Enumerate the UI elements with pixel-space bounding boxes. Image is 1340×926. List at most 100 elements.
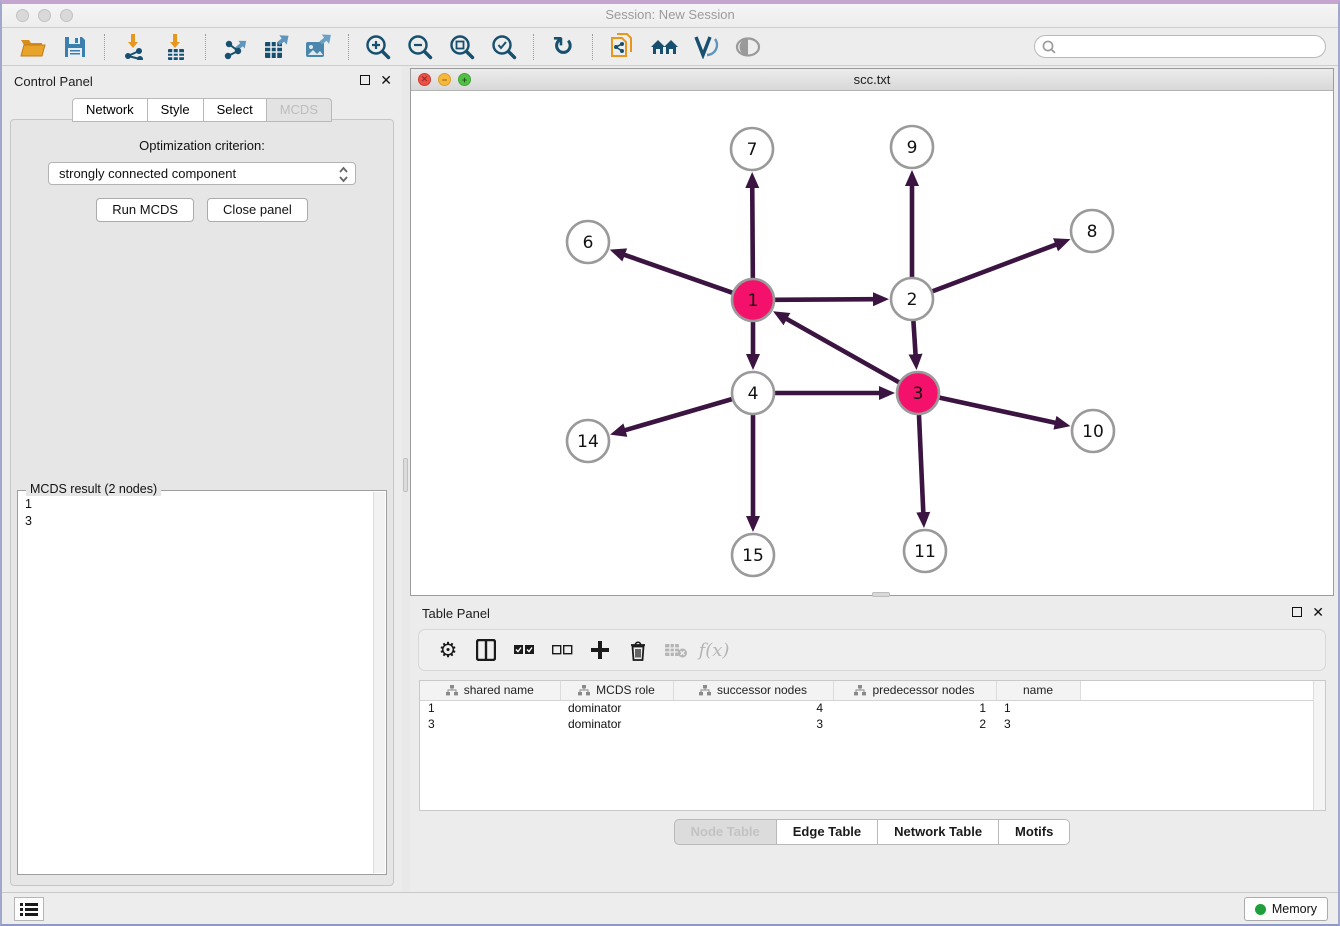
close-panel-button[interactable]: Close panel bbox=[207, 198, 308, 222]
refresh-icon[interactable]: ↻ bbox=[549, 33, 577, 61]
tab-network[interactable]: Network bbox=[72, 98, 148, 122]
export-network-icon[interactable] bbox=[221, 33, 249, 61]
node-table[interactable]: shared name MCDS role successor nodes pr… bbox=[419, 680, 1326, 811]
column-header-shared-name[interactable]: shared name bbox=[420, 681, 560, 700]
table-row[interactable]: 1dominator411 bbox=[420, 700, 1325, 716]
graph-edge-1-6[interactable] bbox=[623, 254, 732, 292]
splitter-grip[interactable] bbox=[403, 458, 408, 492]
memory-status-dot bbox=[1255, 904, 1266, 915]
graph-node-11[interactable]: 11 bbox=[904, 530, 946, 572]
table-cell-empty bbox=[1080, 700, 1325, 716]
graph-edge-3-1[interactable] bbox=[785, 318, 899, 382]
graph-node-7[interactable]: 7 bbox=[731, 128, 773, 170]
zoom-selected-icon[interactable] bbox=[490, 33, 518, 61]
tab-mcds[interactable]: MCDS bbox=[267, 98, 332, 122]
float-panel-icon[interactable] bbox=[360, 75, 370, 85]
table-scrollbar[interactable] bbox=[1313, 681, 1325, 810]
graph-node-4[interactable]: 4 bbox=[732, 372, 774, 414]
export-image-icon[interactable] bbox=[305, 33, 333, 61]
network-canvas[interactable]: 7 9 6 8 1 2 4 3 14 10 15 11 bbox=[411, 91, 1333, 595]
graph-node-1[interactable]: 1 bbox=[732, 279, 774, 321]
gear-icon[interactable]: ⚙ bbox=[433, 635, 463, 665]
tab-node-table[interactable]: Node Table bbox=[674, 819, 777, 845]
table-cell[interactable]: 4 bbox=[673, 700, 833, 716]
table-cell[interactable]: dominator bbox=[560, 700, 673, 716]
export-table-icon[interactable] bbox=[263, 33, 291, 61]
zoom-fit-icon[interactable] bbox=[448, 33, 476, 61]
tab-select[interactable]: Select bbox=[204, 98, 267, 122]
graph-edge-2-8[interactable] bbox=[933, 244, 1058, 291]
close-table-panel-icon[interactable]: ✕ bbox=[1312, 605, 1324, 619]
zoom-in-icon[interactable] bbox=[364, 33, 392, 61]
save-session-icon[interactable] bbox=[61, 33, 89, 61]
graph-node-14[interactable]: 14 bbox=[567, 420, 609, 462]
criterion-dropdown[interactable]: strongly connected component bbox=[48, 162, 356, 185]
horizontal-splitter-grip[interactable] bbox=[872, 592, 890, 597]
select-all-icon[interactable] bbox=[509, 635, 539, 665]
import-network-icon[interactable] bbox=[120, 33, 148, 61]
add-row-icon[interactable] bbox=[585, 635, 615, 665]
graph-edge-1-7[interactable] bbox=[752, 186, 753, 278]
tab-style[interactable]: Style bbox=[148, 98, 204, 122]
function-builder-icon[interactable]: f(x) bbox=[699, 635, 729, 665]
graph-node-6[interactable]: 6 bbox=[567, 221, 609, 263]
tab-motifs[interactable]: Motifs bbox=[999, 819, 1070, 845]
clone-network-icon[interactable] bbox=[608, 33, 636, 61]
columns-icon[interactable] bbox=[471, 635, 501, 665]
table-cell[interactable]: 3 bbox=[420, 716, 560, 732]
table-row[interactable]: 3dominator323 bbox=[420, 716, 1325, 732]
result-scrollbar[interactable] bbox=[373, 492, 385, 873]
open-file-icon[interactable] bbox=[19, 33, 47, 61]
vertical-splitter[interactable] bbox=[402, 66, 410, 892]
import-table-icon[interactable] bbox=[162, 33, 190, 61]
table-panel-header: Table Panel ✕ bbox=[410, 598, 1334, 628]
graph-node-8[interactable]: 8 bbox=[1071, 210, 1113, 252]
table-cell[interactable]: 3 bbox=[673, 716, 833, 732]
memory-button[interactable]: Memory bbox=[1244, 897, 1328, 921]
svg-text:7: 7 bbox=[747, 140, 758, 160]
svg-text:9: 9 bbox=[907, 138, 918, 158]
graph-node-3[interactable]: 3 bbox=[897, 372, 939, 414]
tab-edge-table[interactable]: Edge Table bbox=[777, 819, 878, 845]
tab-network-table[interactable]: Network Table bbox=[878, 819, 999, 845]
table-cell[interactable]: 2 bbox=[833, 716, 996, 732]
graph-node-9[interactable]: 9 bbox=[891, 126, 933, 168]
table-cell[interactable]: 1 bbox=[833, 700, 996, 716]
deselect-all-icon[interactable] bbox=[547, 635, 577, 665]
table-cell[interactable]: dominator bbox=[560, 716, 673, 732]
window-title: Session: New Session bbox=[2, 7, 1338, 22]
search-input[interactable] bbox=[1034, 35, 1326, 58]
close-panel-icon[interactable]: ✕ bbox=[380, 73, 392, 87]
control-panel: Control Panel ✕ Network Style Select MCD… bbox=[2, 66, 402, 892]
zoom-out-icon[interactable] bbox=[406, 33, 434, 61]
eye-icon[interactable] bbox=[734, 33, 762, 61]
float-table-panel-icon[interactable] bbox=[1292, 607, 1302, 617]
delete-row-icon[interactable] bbox=[623, 635, 653, 665]
table-cell[interactable]: 3 bbox=[996, 716, 1080, 732]
graph-node-10[interactable]: 10 bbox=[1072, 410, 1114, 452]
graph-edge-4-14[interactable] bbox=[624, 399, 732, 431]
table-cell[interactable]: 1 bbox=[996, 700, 1080, 716]
graph-edge-3-10[interactable] bbox=[939, 398, 1056, 423]
graph-node-2[interactable]: 2 bbox=[891, 278, 933, 320]
run-mcds-button[interactable]: Run MCDS bbox=[96, 198, 194, 222]
table-cell[interactable]: 1 bbox=[420, 700, 560, 716]
homes-icon[interactable] bbox=[650, 33, 678, 61]
vizmapper-icon[interactable] bbox=[692, 33, 720, 61]
network-graph[interactable]: 7 9 6 8 1 2 4 3 14 10 15 11 bbox=[411, 91, 1337, 595]
column-header-mcds-role[interactable]: MCDS role bbox=[560, 681, 673, 700]
column-header-name[interactable]: name bbox=[996, 681, 1080, 700]
graph-edge-1-2[interactable] bbox=[775, 299, 875, 300]
graph-edge-3-11[interactable] bbox=[919, 415, 923, 514]
graph-edge-2-3[interactable] bbox=[913, 321, 915, 356]
mcds-result-text[interactable]: 1 3 bbox=[19, 492, 373, 873]
criterion-dropdown-value: strongly connected component bbox=[59, 166, 236, 181]
delete-table-icon[interactable] bbox=[661, 635, 691, 665]
column-header-predecessor-nodes[interactable]: predecessor nodes bbox=[833, 681, 996, 700]
column-header-successor-nodes[interactable]: successor nodes bbox=[673, 681, 833, 700]
graph-node-15[interactable]: 15 bbox=[732, 534, 774, 576]
table-panel: Table Panel ✕ ⚙ bbox=[410, 598, 1334, 892]
table-toolbar: ⚙ f(x) bbox=[418, 629, 1326, 671]
task-history-button[interactable] bbox=[14, 897, 44, 921]
toolbar-separator bbox=[592, 34, 593, 60]
